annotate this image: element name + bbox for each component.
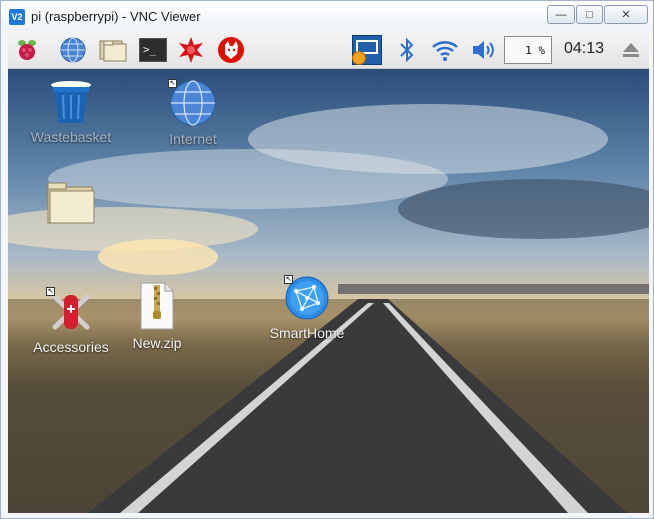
smarthome-shortcut-icon[interactable]: ↖ SmartHome xyxy=(262,275,352,341)
vnc-app-icon: V2 xyxy=(9,9,25,25)
shortcut-arrow-icon: ↖ xyxy=(284,275,293,284)
clock[interactable]: 04:13 xyxy=(564,40,604,58)
terminal-prompt-glyph: >_ xyxy=(139,38,167,62)
folder-icon[interactable] xyxy=(26,181,116,229)
volume-icon[interactable] xyxy=(468,35,498,65)
web-browser-icon[interactable] xyxy=(58,35,88,65)
remote-desktop-view[interactable]: >_ 1 % 04:13 Wastebasket ↖ Internet ↖ Ac… xyxy=(8,31,649,513)
bluetooth-icon[interactable] xyxy=(392,35,422,65)
cpu-usage-monitor[interactable]: 1 % xyxy=(504,36,552,64)
window-title: pi (raspberrypi) - VNC Viewer xyxy=(31,9,201,24)
mathematica-icon[interactable] xyxy=(176,35,206,65)
wolfram-icon[interactable] xyxy=(216,35,246,65)
file-manager-icon[interactable] xyxy=(98,35,128,65)
shortcut-arrow-icon: ↖ xyxy=(168,79,177,88)
desktop-icon-label: Internet xyxy=(169,131,217,147)
vnc-server-icon[interactable] xyxy=(352,35,382,65)
raspberry-menu-icon[interactable] xyxy=(12,35,42,65)
minimize-button[interactable]: — xyxy=(547,5,575,24)
eject-icon[interactable] xyxy=(616,35,646,65)
desktop-icon-label: Wastebasket xyxy=(30,129,112,145)
desktop-background[interactable]: Wastebasket ↖ Internet ↖ Accessories New… xyxy=(8,69,649,513)
zip-file-icon[interactable]: New.zip xyxy=(112,281,202,351)
wifi-icon[interactable] xyxy=(430,35,460,65)
maximize-button[interactable]: □ xyxy=(576,5,603,24)
close-button[interactable]: ✕ xyxy=(604,5,648,24)
pi-taskbar: >_ 1 % 04:13 xyxy=(8,31,649,69)
window-titlebar[interactable]: V2 pi (raspberrypi) - VNC Viewer — □ ✕ xyxy=(1,1,653,31)
desktop-icon-label: Accessories xyxy=(33,339,109,355)
accessories-shortcut-icon[interactable]: ↖ Accessories xyxy=(26,287,116,355)
internet-shortcut-icon[interactable]: ↖ Internet xyxy=(148,79,238,147)
desktop-icon-label: New.zip xyxy=(132,335,182,351)
desktop-icon-label: SmartHome xyxy=(269,325,345,341)
wastebasket-icon[interactable]: Wastebasket xyxy=(26,79,116,145)
vnc-viewer-window: V2 pi (raspberrypi) - VNC Viewer — □ ✕ >… xyxy=(0,0,654,519)
shortcut-arrow-icon: ↖ xyxy=(46,287,55,296)
terminal-icon[interactable]: >_ xyxy=(138,35,168,65)
